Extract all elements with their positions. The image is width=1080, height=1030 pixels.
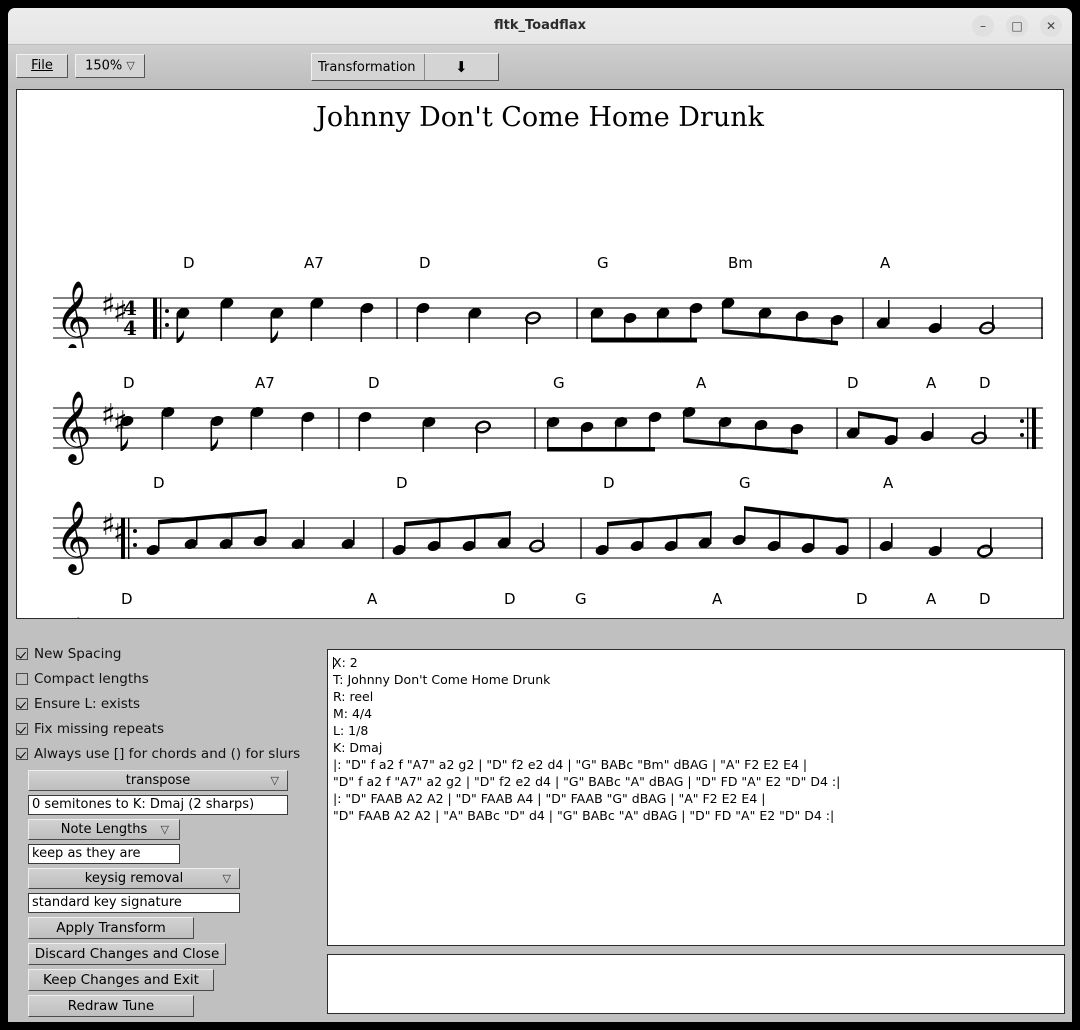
staff-4: 𝄞 ♯ ♯ bbox=[55, 615, 92, 619]
window-title: fltk_Toadflax bbox=[494, 18, 586, 33]
checkbox-label: Always use [] for chords and () for slur… bbox=[34, 745, 301, 762]
transformation-label: Transformation bbox=[312, 54, 425, 80]
checkbox-icon[interactable] bbox=[16, 747, 28, 760]
chord-symbol: G bbox=[575, 590, 587, 608]
checkbox-fix-missing-repeats[interactable]: Fix missing repeats bbox=[16, 716, 316, 741]
lower-pane: New Spacing Compact lengths Ensure L: ex… bbox=[8, 621, 1072, 1022]
keysig-removal-dropdown[interactable]: keysig removal ▽ bbox=[28, 868, 240, 889]
note-lengths-dropdown[interactable]: Note Lengths ▽ bbox=[28, 819, 180, 840]
zoom-level-label: 150% bbox=[85, 58, 123, 74]
keysig-removal-dropdown-label: keysig removal bbox=[84, 871, 184, 886]
svg-text:𝄞: 𝄞 bbox=[55, 279, 92, 348]
chord-symbol: G bbox=[553, 374, 565, 392]
checkbox-icon[interactable] bbox=[16, 672, 28, 685]
checkbox-label: Compact lengths bbox=[34, 670, 149, 687]
chord-symbol: A bbox=[926, 374, 937, 392]
title-bar: fltk_Toadflax – □ ✕ bbox=[8, 8, 1072, 45]
staff-system-2: D A7 D G A D A D 𝄞 ♯ ♯ bbox=[17, 374, 1063, 488]
transform-controls: New Spacing Compact lengths Ensure L: ex… bbox=[16, 641, 316, 1017]
chord-symbol: G bbox=[597, 254, 609, 272]
chord-symbol: D bbox=[979, 374, 991, 392]
zoom-level-dropdown[interactable]: 150% ▽ bbox=[75, 54, 145, 78]
chord-symbol: A bbox=[696, 374, 707, 392]
transformation-menu-button[interactable]: Transformation ⬇ bbox=[311, 53, 499, 81]
chord-symbol: D bbox=[856, 590, 868, 608]
checkbox-compact-lengths[interactable]: Compact lengths bbox=[16, 666, 316, 691]
chevron-down-icon: ▽ bbox=[222, 872, 231, 885]
checkbox-icon[interactable] bbox=[16, 647, 28, 660]
chord-symbol: D bbox=[603, 474, 615, 492]
file-menu-label: File bbox=[31, 58, 53, 73]
discard-changes-button[interactable]: Discard Changes and Close bbox=[28, 943, 226, 965]
chevron-down-icon: ▽ bbox=[270, 774, 279, 787]
staff-3: 𝄞 ♯ ♯ bbox=[53, 499, 1043, 575]
svg-text:♯: ♯ bbox=[113, 515, 128, 550]
chord-symbol: D bbox=[121, 590, 133, 608]
checkbox-icon[interactable] bbox=[16, 697, 28, 710]
abc-source-editor[interactable]: X: 2 T: Johnny Don't Come Home Drunk R: … bbox=[327, 649, 1065, 946]
transpose-value-field[interactable]: 0 semitones to K: Dmaj (2 sharps) bbox=[28, 795, 288, 815]
arrow-down-icon: ⬇ bbox=[454, 58, 468, 76]
chevron-down-icon: ▽ bbox=[160, 823, 169, 836]
apply-transform-button[interactable]: Apply Transform bbox=[28, 917, 194, 939]
chord-symbol: A7 bbox=[304, 254, 324, 272]
checkbox-ensure-l-exists[interactable]: Ensure L: exists bbox=[16, 691, 316, 716]
chord-symbol: G bbox=[739, 474, 751, 492]
close-icon[interactable]: ✕ bbox=[1040, 15, 1062, 37]
checkbox-new-spacing[interactable]: New Spacing bbox=[16, 641, 316, 666]
checkbox-label: Fix missing repeats bbox=[34, 720, 164, 737]
chord-symbol: D bbox=[847, 374, 859, 392]
staff-2: 𝄞 ♯ ♯ bbox=[53, 389, 1043, 465]
message-pane[interactable] bbox=[327, 954, 1065, 1014]
staff-system-4: D A D G A D A D 𝄞 ♯ ♯ bbox=[17, 590, 1063, 619]
chevron-down-icon: ▽ bbox=[126, 59, 135, 72]
chord-symbol: D bbox=[504, 590, 516, 608]
checkbox-always-brackets[interactable]: Always use [] for chords and () for slur… bbox=[16, 741, 316, 766]
toolbar: File 150% ▽ Transformation ⬇ bbox=[8, 45, 1072, 88]
chord-symbol: D bbox=[368, 374, 380, 392]
transpose-dropdown-label: transpose bbox=[125, 773, 191, 788]
score-display-panel[interactable]: Johnny Don't Come Home Drunk D A7 D G Bm A 𝄞 … bbox=[16, 89, 1064, 619]
chord-symbol: D bbox=[979, 590, 991, 608]
redraw-tune-button[interactable]: Redraw Tune bbox=[28, 995, 194, 1017]
chord-symbol: A bbox=[367, 590, 378, 608]
transpose-dropdown[interactable]: transpose ▽ bbox=[28, 770, 288, 791]
chord-symbol: D bbox=[123, 374, 135, 392]
checkbox-label: New Spacing bbox=[34, 645, 122, 662]
chord-symbol: D bbox=[419, 254, 431, 272]
note-lengths-value-field[interactable]: keep as they are bbox=[28, 844, 180, 864]
checkbox-icon[interactable] bbox=[16, 722, 28, 735]
chord-symbol: A7 bbox=[255, 374, 275, 392]
abc-source-text: X: 2 T: Johnny Don't Come Home Drunk R: … bbox=[333, 655, 841, 823]
chord-symbol: A bbox=[926, 590, 937, 608]
chord-symbol: D bbox=[153, 474, 165, 492]
tune-title: Johnny Don't Come Home Drunk bbox=[316, 102, 764, 133]
svg-text:𝄞: 𝄞 bbox=[55, 389, 92, 465]
keysig-value-field[interactable]: standard key signature bbox=[28, 893, 240, 913]
staff-system-3: D D D G A 𝄞 ♯ ♯ bbox=[17, 474, 1063, 588]
minimize-icon[interactable]: – bbox=[972, 15, 994, 37]
file-menu-button[interactable]: File bbox=[16, 54, 68, 78]
chord-symbol: A bbox=[883, 474, 894, 492]
staff-1: 𝄞 ♯ ♯ 4 4 bbox=[53, 279, 1043, 348]
chord-symbol: A bbox=[880, 254, 891, 272]
svg-text:𝄞: 𝄞 bbox=[55, 615, 92, 619]
chord-symbol: Bm bbox=[728, 254, 753, 272]
keep-changes-button[interactable]: Keep Changes and Exit bbox=[28, 969, 214, 991]
checkbox-label: Ensure L: exists bbox=[34, 695, 141, 712]
svg-text:𝄞: 𝄞 bbox=[55, 499, 92, 575]
note-lengths-dropdown-label: Note Lengths bbox=[60, 822, 148, 837]
chord-symbol: D bbox=[183, 254, 195, 272]
chord-symbol: D bbox=[396, 474, 408, 492]
staff-system-1: D A7 D G Bm A 𝄞 ♯ ♯ 4 4 bbox=[17, 254, 1063, 368]
chord-symbol: A bbox=[712, 590, 723, 608]
application-window: fltk_Toadflax – □ ✕ File 150% ▽ Transfor… bbox=[8, 8, 1072, 1022]
svg-text:4: 4 bbox=[123, 316, 137, 340]
maximize-icon[interactable]: □ bbox=[1006, 15, 1028, 37]
